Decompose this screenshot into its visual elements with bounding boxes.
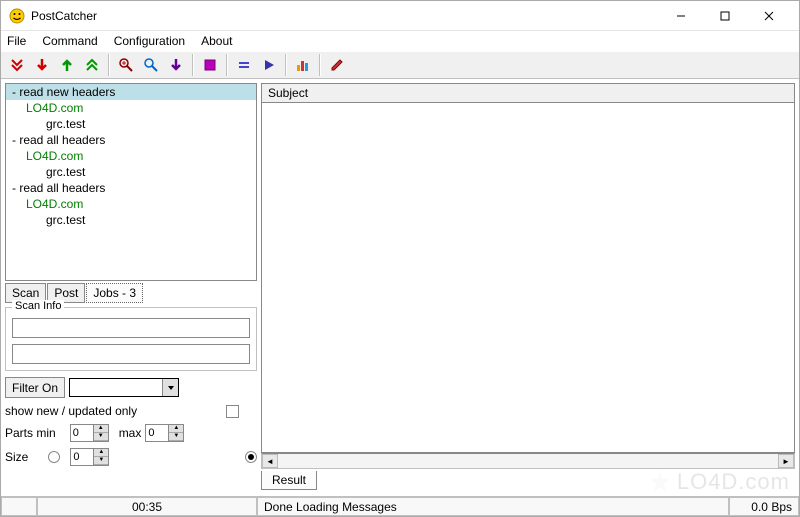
double-up-green-icon[interactable] — [80, 54, 104, 76]
tab-result[interactable]: Result — [261, 471, 317, 490]
menu-command[interactable]: Command — [42, 34, 97, 48]
status-message: Done Loading Messages — [257, 497, 729, 516]
message-list[interactable] — [261, 103, 795, 453]
titlebar: PostCatcher — [1, 1, 799, 31]
up-arrow-icon[interactable]: ▲ — [94, 425, 108, 433]
tree-item[interactable]: - read new headers — [6, 84, 256, 100]
filter-combo[interactable] — [69, 378, 179, 397]
maximize-button[interactable] — [703, 2, 747, 30]
close-button[interactable] — [747, 2, 791, 30]
left-pane: - read new headersLO4D.comgrc.test- read… — [5, 83, 257, 492]
down-arrow-icon[interactable]: ▼ — [94, 457, 108, 465]
scroll-track[interactable] — [278, 454, 778, 468]
zoom-icon[interactable] — [139, 54, 163, 76]
toolbar-separator — [226, 54, 228, 76]
parts-max-label: max — [119, 426, 142, 440]
down-purple-icon[interactable] — [164, 54, 188, 76]
up-arrow-icon[interactable]: ▲ — [94, 449, 108, 457]
filter-on-button[interactable]: Filter On — [5, 377, 65, 398]
scroll-left-icon[interactable]: ◄ — [262, 454, 278, 468]
jobs-tree[interactable]: - read new headersLO4D.comgrc.test- read… — [5, 83, 257, 281]
double-down-red-icon[interactable] — [5, 54, 29, 76]
menu-configuration[interactable]: Configuration — [114, 34, 185, 48]
tree-item[interactable]: - read all headers — [6, 180, 256, 196]
tree-item[interactable]: grc.test — [6, 116, 256, 132]
column-subject[interactable]: Subject — [268, 86, 308, 100]
tree-item[interactable]: grc.test — [6, 212, 256, 228]
equals-icon[interactable] — [232, 54, 256, 76]
zoom-in-icon[interactable] — [114, 54, 138, 76]
app-icon — [9, 8, 25, 24]
menu-file[interactable]: File — [7, 34, 26, 48]
stop-icon[interactable] — [198, 54, 222, 76]
toolbar-separator — [192, 54, 194, 76]
status-bps: 0.0 Bps — [729, 497, 799, 516]
window-title: PostCatcher — [31, 9, 659, 23]
down-arrow-icon[interactable]: ▼ — [94, 433, 108, 441]
horizontal-scrollbar[interactable]: ◄ ► — [261, 453, 795, 469]
toolbar-separator — [319, 54, 321, 76]
parts-min-input[interactable] — [71, 426, 93, 440]
right-pane: Subject ◄ ► Result — [261, 83, 795, 492]
scan-info-field-1[interactable] — [12, 318, 250, 338]
minimize-button[interactable] — [659, 2, 703, 30]
list-column-header[interactable]: Subject — [261, 83, 795, 103]
tree-item[interactable]: - read all headers — [6, 132, 256, 148]
menu-about[interactable]: About — [201, 34, 232, 48]
parts-max-input[interactable] — [146, 426, 168, 440]
scan-info-legend: Scan Info — [12, 300, 64, 312]
down-arrow-icon[interactable]: ▼ — [169, 433, 183, 441]
statusbar: 00:35 Done Loading Messages 0.0 Bps — [1, 496, 799, 516]
pencil-icon[interactable] — [325, 54, 349, 76]
menubar: File Command Configuration About — [1, 31, 799, 51]
play-icon[interactable] — [257, 54, 281, 76]
tree-item[interactable]: LO4D.com — [6, 100, 256, 116]
scan-info-group: Scan Info — [5, 307, 257, 371]
up-arrow-icon[interactable]: ▲ — [169, 425, 183, 433]
toolbar — [1, 51, 799, 79]
toolbar-separator — [285, 54, 287, 76]
toolbar-separator — [108, 54, 110, 76]
show-new-label: show new / updated only — [5, 404, 137, 418]
result-tabs: Result — [261, 469, 795, 492]
tab-jobs[interactable]: Jobs - 3 — [86, 283, 143, 303]
show-new-checkbox[interactable] — [226, 405, 239, 418]
size-radio-1[interactable] — [48, 451, 60, 463]
tree-item[interactable]: LO4D.com — [6, 196, 256, 212]
parts-min-stepper[interactable]: ▲▼ — [70, 424, 109, 442]
size-input[interactable] — [71, 450, 93, 464]
size-label: Size — [5, 450, 28, 464]
down-red-icon[interactable] — [30, 54, 54, 76]
up-green-icon[interactable] — [55, 54, 79, 76]
tree-item[interactable]: LO4D.com — [6, 148, 256, 164]
tree-item[interactable]: grc.test — [6, 164, 256, 180]
size-stepper[interactable]: ▲▼ — [70, 448, 109, 466]
bars-icon[interactable] — [291, 54, 315, 76]
size-radio-2[interactable] — [245, 451, 257, 463]
parts-max-stepper[interactable]: ▲▼ — [145, 424, 184, 442]
scroll-right-icon[interactable]: ► — [778, 454, 794, 468]
status-time: 00:35 — [37, 497, 257, 516]
parts-min-label: Parts min — [5, 426, 56, 440]
scan-info-field-2[interactable] — [12, 344, 250, 364]
chevron-down-icon — [162, 379, 178, 396]
